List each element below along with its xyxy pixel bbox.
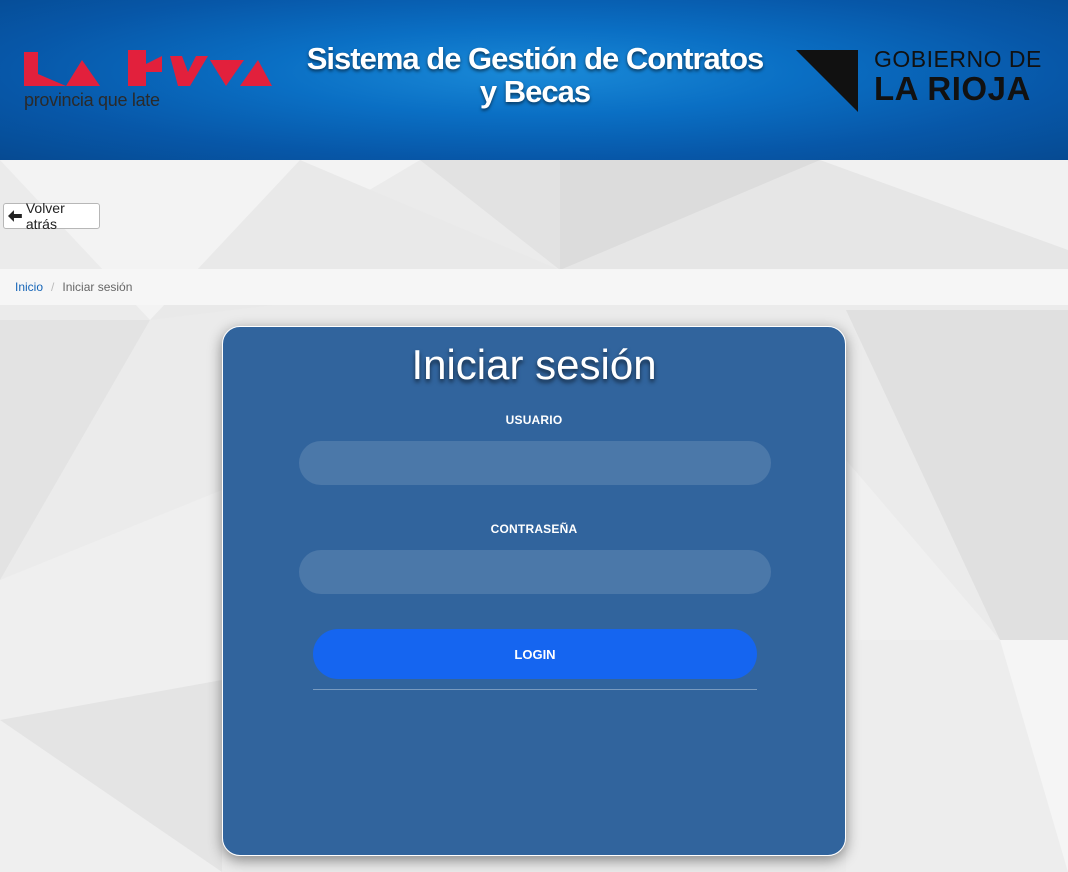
title-line-1: Sistema de Gestión de Contratos xyxy=(306,41,765,76)
password-input[interactable] xyxy=(299,550,771,594)
logo-tagline: provincia que late xyxy=(24,90,160,110)
breadcrumb-separator: / xyxy=(51,280,55,294)
arrow-left-icon xyxy=(8,210,22,222)
back-button[interactable]: Volver atrás xyxy=(3,200,100,232)
page-title: Sistema de Gestión de Contratos y Becas xyxy=(290,42,780,108)
site-header: provincia que late Sistema de Gestión de… xyxy=(0,0,1068,160)
gobierno-line-2: LA RIOJA xyxy=(874,70,1031,107)
title-line-2: y Becas xyxy=(479,74,591,109)
gobierno-line-1: GOBIERNO DE xyxy=(874,46,1042,72)
password-label: CONTRASEÑA xyxy=(490,522,578,536)
login-card: Iniciar sesión USUARIO CONTRASEÑA LOGIN xyxy=(222,326,846,856)
breadcrumb-home-link[interactable]: Inicio xyxy=(15,280,43,294)
login-button[interactable]: LOGIN xyxy=(313,629,757,679)
back-button-label: Volver atrás xyxy=(25,200,65,232)
gobierno-triangle-icon xyxy=(796,50,858,112)
login-title: Iniciar sesión xyxy=(411,341,657,388)
card-divider xyxy=(313,689,757,690)
gobierno-logo[interactable]: GOBIERNO DE LA RIOJA xyxy=(794,46,1050,116)
username-label: USUARIO xyxy=(505,413,563,427)
username-input[interactable] xyxy=(299,441,771,485)
breadcrumb: Inicio / Iniciar sesión xyxy=(0,269,1068,305)
breadcrumb-current: Iniciar sesión xyxy=(62,280,133,294)
la-rioja-wordmark-icon xyxy=(24,50,272,86)
la-rioja-logo[interactable]: provincia que late xyxy=(22,46,274,114)
